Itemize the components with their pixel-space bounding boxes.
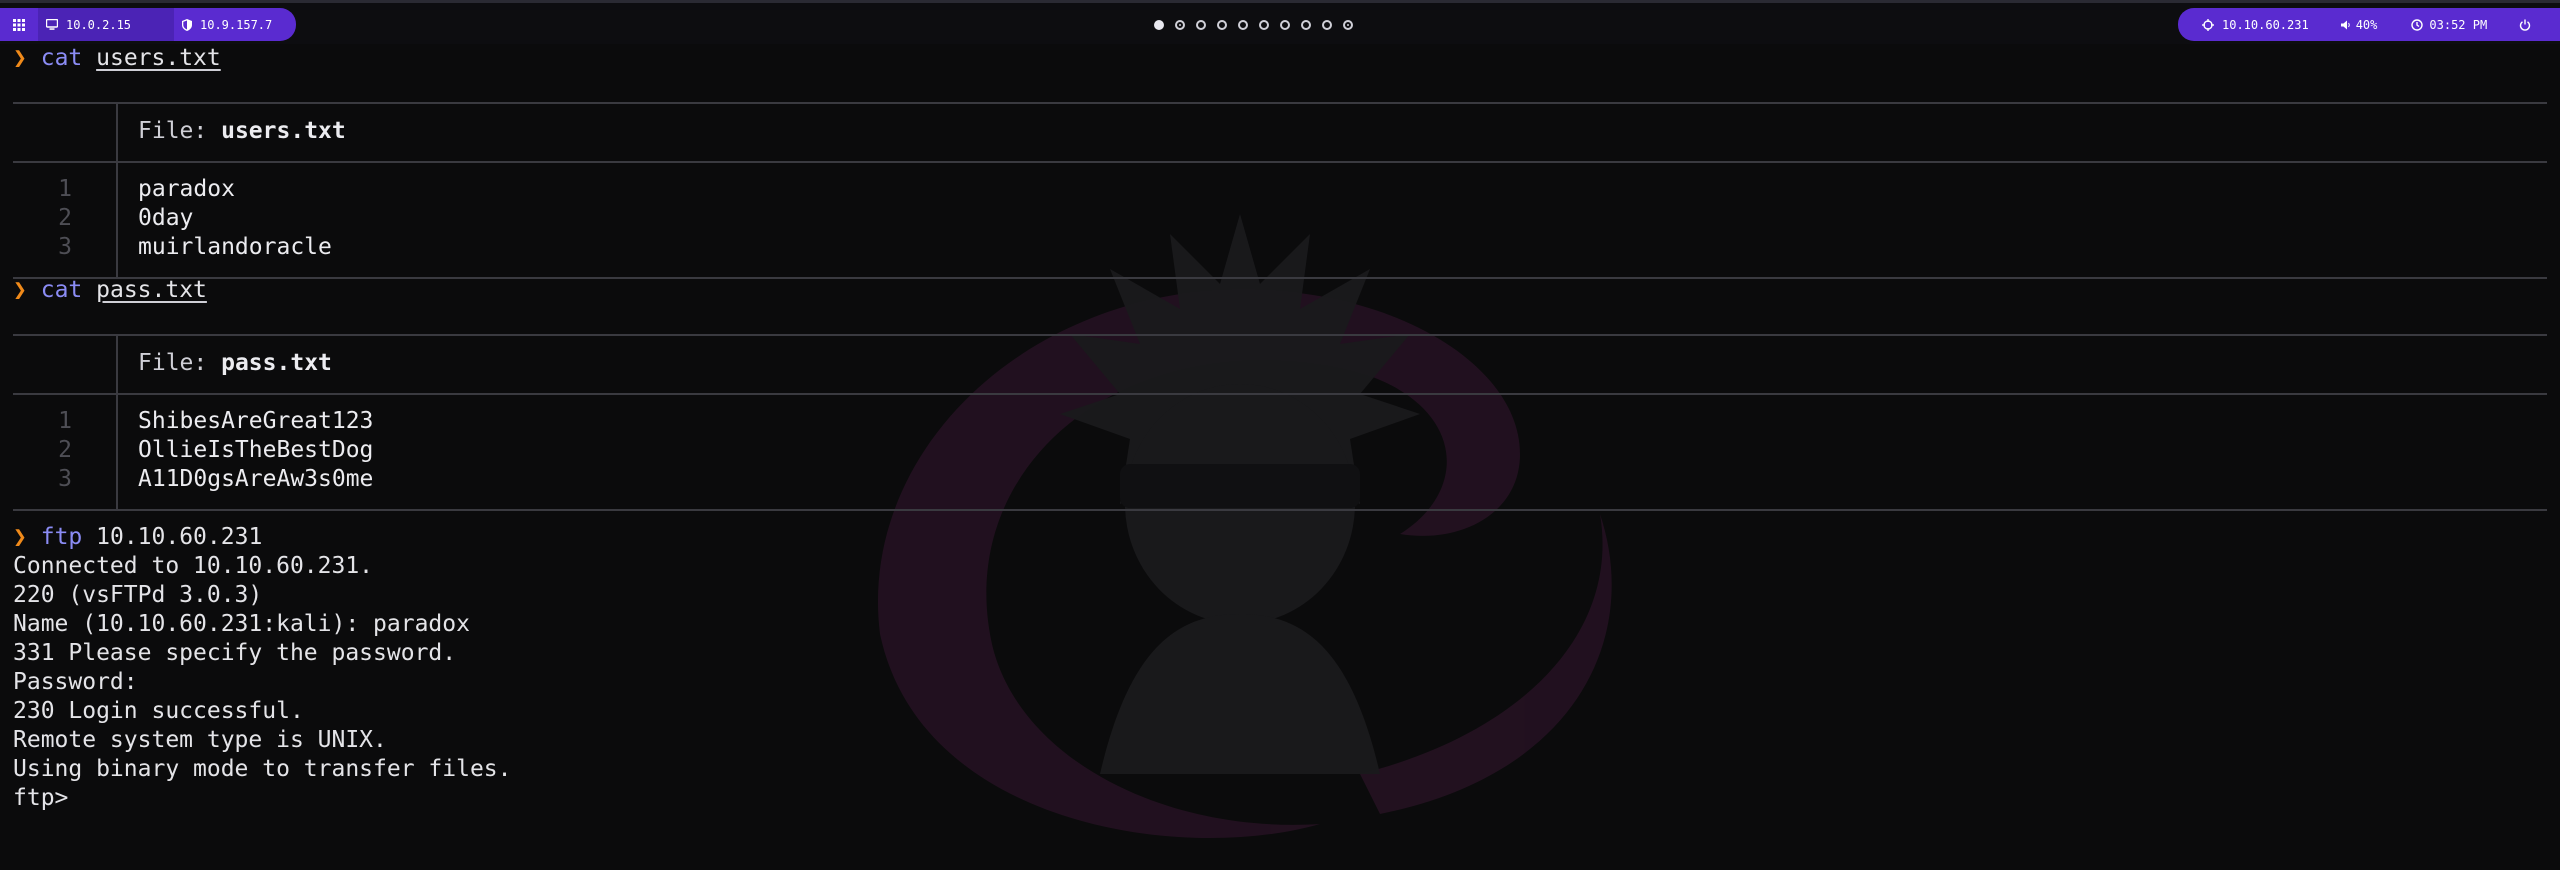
file-name: users.txt [221, 118, 346, 144]
terminal-window[interactable]: ❯ cat users.txt File: users.txt 1 parado… [0, 44, 2560, 870]
file-line: paradox [138, 176, 235, 202]
line-number: 3 [58, 466, 72, 492]
host-ip-widget[interactable]: 10.0.2.15 [38, 8, 174, 41]
output-line: Name (10.10.60.231:kali): paradox [13, 611, 470, 637]
gutter-divider [116, 161, 118, 277]
prompt-line: ❯ cat users.txt [13, 44, 221, 73]
output-line: Using binary mode to transfer files. [13, 756, 512, 782]
workspace-9[interactable] [1322, 20, 1332, 30]
monitor-icon [46, 19, 58, 30]
vpn-ip: 10.9.157.7 [200, 17, 273, 32]
divider [13, 393, 2547, 395]
workspace-3[interactable] [1196, 20, 1206, 30]
divider [13, 277, 2547, 279]
speaker-icon [2340, 20, 2351, 30]
workspace-10[interactable] [1343, 20, 1353, 30]
workspace-5[interactable] [1238, 20, 1248, 30]
gutter-divider [116, 102, 118, 161]
command-argument: 10.10.60.231 [96, 524, 263, 550]
prompt-line: ❯ cat pass.txt [13, 276, 207, 305]
file-line: muirlandoracle [138, 234, 332, 260]
workspace-4[interactable] [1217, 20, 1227, 30]
command-argument: pass.txt [96, 277, 207, 303]
line-number: 2 [58, 437, 72, 463]
left-status-pill: 10.0.2.15 10.9.157.7 [0, 8, 296, 41]
crosshair-icon [2202, 18, 2214, 31]
output-line: 220 (vsFTPd 3.0.3) [13, 582, 263, 608]
divider [13, 509, 2547, 511]
file-name: pass.txt [221, 350, 332, 376]
output-line: Remote system type is UNIX. [13, 727, 387, 753]
volume-widget[interactable]: 40% [2321, 8, 2390, 41]
file-label: File: [138, 118, 208, 144]
clock-icon [2411, 18, 2424, 31]
gutter-divider [116, 393, 118, 509]
output-line: Password: [13, 669, 138, 695]
file-header: File: users.txt [138, 117, 346, 146]
file-line: ShibesAreGreat123 [138, 408, 374, 434]
power-icon [2519, 19, 2531, 31]
line-number: 3 [58, 234, 72, 260]
top-status-bar: 10.0.2.15 10.9.157.7 10.10.60.231 40% 03… [0, 0, 2560, 44]
workspace-1[interactable] [1154, 20, 1164, 30]
line-number: 1 [58, 176, 72, 202]
target-ip-widget[interactable]: 10.10.60.231 [2178, 8, 2321, 41]
target-ip: 10.10.60.231 [2222, 17, 2309, 32]
volume-level: 40% [2355, 17, 2378, 32]
power-button[interactable] [2499, 8, 2543, 41]
prompt-symbol: ❯ [13, 45, 27, 71]
workspace-switcher [1154, 17, 1353, 33]
prompt-symbol: ❯ [13, 277, 27, 303]
command-name: cat [40, 277, 83, 303]
divider [13, 334, 2547, 336]
clock-time: 03:52 PM [2429, 17, 2488, 32]
command-name: cat [40, 45, 83, 71]
workspace-2[interactable] [1175, 20, 1185, 30]
output-line: Connected to 10.10.60.231. [13, 553, 374, 579]
divider [13, 102, 2547, 104]
host-ip: 10.0.2.15 [66, 17, 132, 32]
gutter-divider [116, 334, 118, 393]
ftp-prompt-input[interactable]: ftp> [13, 784, 68, 813]
wallpaper-illustration [877, 214, 1612, 839]
line-number: 1 [58, 408, 72, 434]
file-line: 0day [138, 205, 194, 231]
output-line: 230 Login successful. [13, 698, 304, 724]
prompt-line: ❯ ftp 10.10.60.231 [13, 523, 262, 552]
file-line: OllieIsTheBestDog [138, 437, 374, 463]
workspace-7[interactable] [1280, 20, 1290, 30]
divider [13, 161, 2547, 163]
vpn-ip-widget[interactable]: 10.9.157.7 [174, 8, 290, 41]
grid-icon[interactable] [0, 8, 38, 41]
command-argument: users.txt [96, 45, 221, 71]
right-status-pill: 10.10.60.231 40% 03:52 PM [2178, 8, 2560, 41]
workspace-8[interactable] [1301, 20, 1311, 30]
shield-icon [182, 18, 192, 31]
file-line: A11D0gsAreAw3s0me [138, 466, 374, 492]
command-name: ftp [40, 524, 83, 550]
output-line: 331 Please specify the password. [13, 640, 457, 666]
clock-widget[interactable]: 03:52 PM [2389, 8, 2499, 41]
prompt-symbol: ❯ [13, 524, 27, 550]
line-number: 2 [58, 205, 72, 231]
file-header: File: pass.txt [138, 349, 332, 378]
file-label: File: [138, 350, 208, 376]
workspace-6[interactable] [1259, 20, 1269, 30]
